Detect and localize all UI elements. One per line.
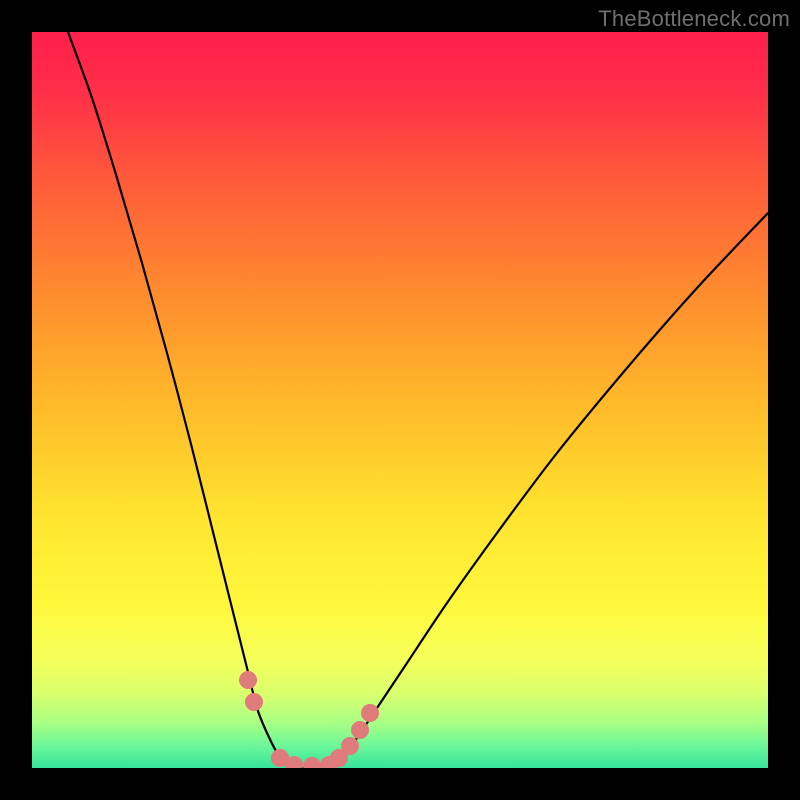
- bottleneck-marker: [239, 671, 257, 689]
- bottleneck-marker: [351, 721, 369, 739]
- bottleneck-marker: [245, 693, 263, 711]
- gradient-background: [32, 32, 768, 768]
- watermark-text: TheBottleneck.com: [598, 6, 790, 32]
- bottleneck-chart: [32, 32, 768, 768]
- chart-frame: TheBottleneck.com: [0, 0, 800, 800]
- plot-area: [32, 32, 768, 768]
- bottleneck-marker: [341, 737, 359, 755]
- bottleneck-marker: [361, 704, 379, 722]
